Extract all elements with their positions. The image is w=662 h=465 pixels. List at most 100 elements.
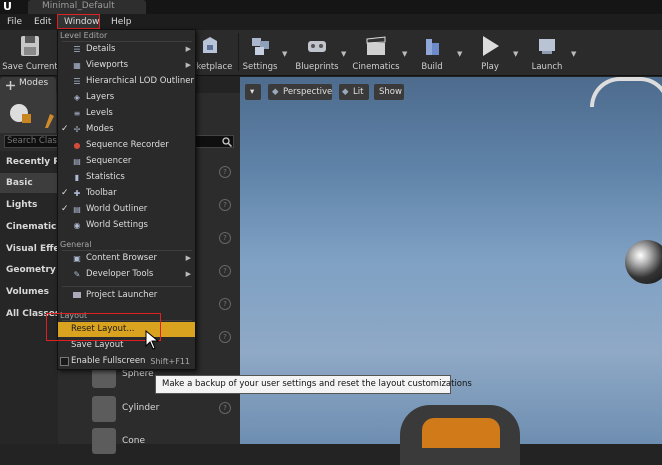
toolbar-icon: ✚ [73, 189, 81, 198]
paint-mode-icon[interactable] [42, 110, 56, 128]
menu-item-content-browser[interactable]: ▣ Content Browser ▶ [58, 251, 195, 266]
launch-dropdown-icon[interactable]: ▼ [571, 50, 577, 58]
menu-window[interactable]: Window [64, 14, 100, 30]
place-item-sphere[interactable]: Sphere [122, 369, 154, 379]
mouse-cursor-icon [145, 330, 159, 350]
cone-shape-icon[interactable] [92, 428, 116, 454]
menu-item-label: Sequencer [86, 156, 132, 166]
perspective-button[interactable]: ◆ Perspective [268, 84, 332, 100]
record-icon: ● [73, 141, 81, 150]
menu-item-details[interactable]: ☰ Details ▶ [58, 42, 195, 57]
category-lights[interactable]: Lights [0, 195, 58, 215]
category-recently-placed[interactable]: Recently Pla [0, 152, 58, 172]
menu-item-toolbar[interactable]: ✓ ✚ Toolbar [58, 186, 195, 201]
submenu-arrow-icon: ▶ [185, 61, 191, 69]
menu-item-label: Enable Fullscreen [71, 356, 146, 366]
fullscreen-checkbox[interactable] [60, 357, 69, 366]
menu-edit[interactable]: Edit [34, 14, 51, 30]
menu-item-world-outliner[interactable]: ✓ ▤ World Outliner [58, 202, 195, 217]
blueprints-dropdown-icon[interactable]: ▼ [341, 50, 347, 58]
viewport-options-button[interactable]: ▾ [245, 84, 261, 100]
play-button[interactable]: Play [471, 31, 509, 73]
lit-button[interactable]: ◆ Lit [339, 84, 369, 100]
save-current-label: Save Current [2, 62, 58, 72]
menu-item-statistics[interactable]: ▮ Statistics [58, 170, 195, 185]
levels-icon: ≡ [73, 109, 81, 118]
menu-item-project-launcher[interactable]: Project Launcher [58, 288, 195, 303]
menu-divider [62, 286, 192, 287]
menu-item-label: Developer Tools [86, 269, 154, 279]
category-basic[interactable]: Basic [0, 173, 58, 193]
cinematics-button[interactable]: Cinematics [351, 31, 401, 73]
hlod-icon: ☰ [73, 77, 81, 86]
menu-help[interactable]: Help [111, 14, 132, 30]
modes-icon [6, 81, 15, 90]
developer-tools-icon: ✎ [73, 270, 81, 279]
submenu-arrow-icon: ▶ [185, 45, 191, 53]
modes-tab-label: Modes [19, 78, 49, 88]
menu-item-label: Modes [86, 124, 114, 134]
blueprints-label: Blueprints [295, 62, 339, 72]
build-label: Build [421, 62, 443, 72]
launch-icon [539, 39, 555, 54]
menu-item-label: Sequence Recorder [86, 140, 169, 150]
menu-item-enable-fullscreen[interactable]: Enable Fullscreen Shift+F11 [58, 354, 195, 369]
place-item-cylinder[interactable]: Cylinder [122, 403, 159, 413]
menu-item-sequencer[interactable]: ▤ Sequencer [58, 154, 195, 169]
help-icon[interactable]: ? [219, 199, 231, 211]
build-button[interactable]: Build [413, 31, 451, 73]
category-volumes[interactable]: Volumes [0, 282, 58, 302]
menu-item-world-settings[interactable]: ◉ World Settings [58, 218, 195, 233]
menu-item-label: Details [86, 44, 116, 54]
help-icon[interactable]: ? [219, 331, 231, 343]
menu-item-hierarchical-lod-outliner[interactable]: ☰ Hierarchical LOD Outliner [58, 74, 195, 89]
build-dropdown-icon[interactable]: ▼ [457, 50, 463, 58]
help-icon[interactable]: ? [219, 402, 231, 414]
menu-item-levels[interactable]: ≡ Levels [58, 106, 195, 121]
layers-icon: ◈ [73, 93, 81, 102]
cylinder-shape-icon[interactable] [92, 396, 116, 422]
toolbar-separator [238, 33, 239, 71]
menu-item-modes[interactable]: ✓ ✢ Modes [58, 122, 195, 137]
menu-item-layers[interactable]: ◈ Layers [58, 90, 195, 105]
world-settings-icon: ◉ [73, 221, 81, 230]
viewports-icon: ▦ [73, 61, 81, 70]
submenu-arrow-icon: ▶ [185, 270, 191, 278]
menu-item-label: Levels [86, 108, 113, 118]
play-dropdown-icon[interactable]: ▼ [513, 50, 519, 58]
help-icon[interactable]: ? [219, 232, 231, 244]
checkmark-icon: ✓ [61, 124, 69, 134]
show-label: Show [379, 87, 402, 97]
settings-button[interactable]: Settings [240, 31, 280, 73]
category-visual-effects[interactable]: Visual Effe [0, 239, 58, 259]
reset-layout-annotation [46, 313, 161, 341]
lit-label: Lit [353, 87, 364, 97]
menu-item-label: Toolbar [86, 188, 117, 198]
place-mode-icon[interactable] [8, 100, 34, 126]
blueprints-icon [308, 41, 326, 52]
help-icon[interactable]: ? [219, 166, 231, 178]
section-general: General [60, 240, 92, 249]
menu-item-label: World Outliner [86, 204, 148, 214]
tooltip: Make a backup of your user settings and … [155, 375, 472, 394]
place-item-cone[interactable]: Cone [122, 436, 145, 446]
blueprints-button[interactable]: Blueprints [293, 31, 341, 73]
save-current-button[interactable]: Save Current [2, 31, 58, 73]
help-icon[interactable]: ? [219, 298, 231, 310]
menu-item-viewports[interactable]: ▦ Viewports ▶ [58, 58, 195, 73]
menu-item-developer-tools[interactable]: ✎ Developer Tools ▶ [58, 267, 195, 282]
cinematics-dropdown-icon[interactable]: ▼ [402, 50, 408, 58]
level-title: Minimal_Default [42, 1, 115, 11]
perspective-icon: ◆ [272, 87, 279, 97]
help-icon[interactable]: ? [219, 265, 231, 277]
menu-item-label: Layers [86, 92, 115, 102]
menu-item-sequence-recorder[interactable]: ● Sequence Recorder [58, 138, 195, 153]
submenu-arrow-icon: ▶ [185, 254, 191, 262]
launch-button[interactable]: Launch [526, 31, 568, 73]
menu-file[interactable]: File [7, 14, 22, 30]
marketplace-icon [203, 37, 217, 53]
settings-dropdown-icon[interactable]: ▼ [282, 50, 288, 58]
category-geometry[interactable]: Geometry [0, 260, 58, 280]
category-cinematic[interactable]: Cinematic [0, 217, 58, 237]
show-button[interactable]: Show [374, 84, 404, 100]
